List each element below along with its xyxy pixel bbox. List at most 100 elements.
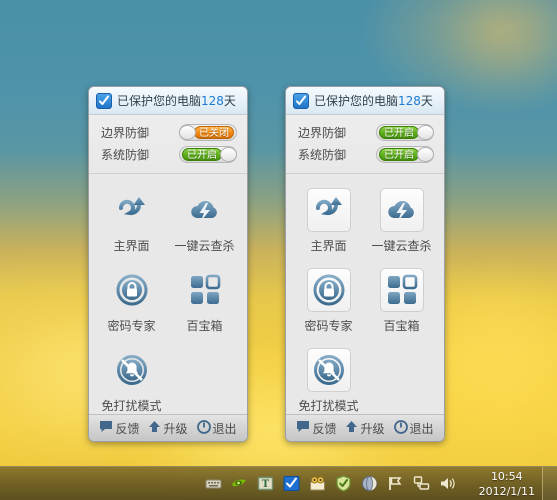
keyboard-ime-icon[interactable] (205, 475, 222, 492)
toggle-knob (179, 125, 196, 140)
toggle-knob (220, 147, 237, 162)
tile-do-not-disturb[interactable]: 免打扰模式 (95, 343, 168, 423)
protection-suffix: 天 (223, 94, 236, 108)
bokeh-blob (470, 6, 540, 66)
status-zone: 边界防御 已开启 系统防御 已开启 (286, 115, 444, 174)
text-tool-t-icon[interactable]: T (257, 475, 274, 492)
blue-shield-check-icon (293, 92, 309, 109)
protection-status-text: 已保护您的电脑128天 (314, 92, 433, 109)
desktop-wallpaper: 已保护您的电脑128天 边界防御 已关闭 系统防御 已开启 主界面 一键云查杀 … (0, 0, 557, 500)
panel-footer: 反馈 升级 退出 (89, 414, 247, 441)
svg-text:T: T (262, 479, 270, 490)
footer-label: 升级 (163, 421, 188, 436)
panel-header: 已保护您的电脑128天 (89, 87, 247, 115)
cloud-lightning-icon (379, 188, 424, 232)
protection-suffix: 天 (420, 94, 433, 108)
tile-label: 百宝箱 (383, 319, 420, 333)
boundary-defense-toggle[interactable]: 已开启 (376, 124, 434, 141)
footer-label: 升级 (360, 421, 385, 436)
tile-main-interface[interactable]: 主界面 (292, 183, 365, 263)
tile-do-not-disturb[interactable]: 免打扰模式 (292, 343, 365, 423)
tile-label: 免打扰模式 (298, 399, 359, 413)
toggle-knob (417, 147, 434, 162)
tile-toolbox[interactable]: 百宝箱 (168, 263, 241, 343)
tile-label: 一键云查杀 (371, 239, 432, 253)
feedback-button[interactable]: 反馈 (294, 419, 338, 438)
upgrade-button[interactable]: 升级 (146, 419, 189, 438)
feature-icon-grid: 主界面 一键云查杀 密码专家 百宝箱 免打扰模式 (89, 174, 247, 425)
up-arrow-icon (345, 420, 358, 436)
speech-bubble-icon (99, 420, 113, 436)
tile-label: 主界面 (113, 239, 150, 253)
status-row-boundary: 边界防御 已开启 (286, 122, 444, 143)
speech-bubble-icon (296, 420, 310, 436)
lock-circle-icon (110, 268, 154, 312)
panel-footer: 反馈 升级 退出 (286, 414, 444, 441)
mail-frog-icon[interactable] (309, 475, 326, 492)
toggle-state-text: 已开启 (182, 148, 222, 161)
tile-label: 主界面 (310, 239, 347, 253)
flag-icon[interactable] (387, 475, 404, 492)
toggle-state-text: 已开启 (379, 126, 419, 139)
tile-password-expert[interactable]: 密码专家 (292, 263, 365, 343)
security-flyout-panel-right: 已保护您的电脑128天 边界防御 已开启 系统防御 已开启 主界面 一键云查杀 … (285, 86, 445, 442)
exit-button[interactable]: 退出 (195, 419, 239, 438)
feedback-button[interactable]: 反馈 (97, 419, 141, 438)
tile-main-interface[interactable]: 主界面 (95, 183, 168, 263)
status-label: 边界防御 (298, 126, 347, 140)
status-label: 边界防御 (101, 126, 150, 140)
upgrade-button[interactable]: 升级 (343, 419, 386, 438)
power-icon (393, 419, 408, 437)
bokeh-blob (430, 300, 557, 410)
taskbar-clock[interactable]: 10:54 2012/1/11 (479, 469, 535, 499)
speaker-volume-icon[interactable] (439, 475, 456, 492)
exit-button[interactable]: 退出 (392, 419, 436, 438)
system-defense-toggle[interactable]: 已开启 (179, 146, 237, 163)
taskbar: T 10:54 2012/1/11 (0, 466, 557, 500)
blue-shield-check-icon (96, 92, 112, 109)
tile-label: 免打扰模式 (101, 399, 162, 413)
protection-prefix: 已保护您的电脑 (117, 94, 202, 108)
tile-cloud-scan[interactable]: 一键云查杀 (168, 183, 241, 263)
status-label: 系统防御 (298, 148, 347, 162)
network-icon[interactable] (413, 475, 430, 492)
panel-header: 已保护您的电脑128天 (286, 87, 444, 115)
tile-label: 密码专家 (107, 319, 156, 333)
protection-days: 128 (398, 94, 421, 108)
tile-cloud-scan[interactable]: 一键云查杀 (365, 183, 438, 263)
tile-label: 密码专家 (304, 319, 353, 333)
status-zone: 边界防御 已关闭 系统防御 已开启 (89, 115, 247, 174)
tile-label: 一键云查杀 (174, 239, 235, 253)
footer-label: 退出 (212, 421, 237, 436)
show-desktop-button[interactable] (542, 467, 557, 500)
system-defense-toggle[interactable]: 已开启 (376, 146, 434, 163)
lock-circle-icon (306, 268, 351, 312)
footer-label: 反馈 (312, 421, 337, 436)
tile-toolbox[interactable]: 百宝箱 (365, 263, 438, 343)
footer-label: 反馈 (115, 421, 140, 436)
feature-icon-grid: 主界面 一键云查杀 密码专家 百宝箱 免打扰模式 (286, 174, 444, 425)
up-arrow-icon (148, 420, 161, 436)
system-tray: T (205, 475, 456, 492)
four-squares-icon (379, 268, 424, 312)
antivirus-check-icon[interactable] (283, 475, 300, 492)
tile-password-expert[interactable]: 密码专家 (95, 263, 168, 343)
footer-label: 退出 (409, 421, 434, 436)
status-row-system: 系统防御 已开启 (89, 144, 247, 165)
status-row-system: 系统防御 已开启 (286, 144, 444, 165)
clock-time: 10:54 (490, 470, 523, 483)
cloud-lightning-icon (183, 188, 227, 232)
no-disturb-bell-icon (110, 348, 154, 392)
toggle-knob (417, 125, 434, 140)
nvidia-eye-icon[interactable] (231, 475, 248, 492)
protection-prefix: 已保护您的电脑 (314, 94, 399, 108)
browser-sphere-icon[interactable] (361, 475, 378, 492)
toggle-state-text: 已开启 (379, 148, 419, 161)
clock-date: 2012/1/11 (478, 485, 535, 498)
tile-label: 百宝箱 (186, 319, 223, 333)
swirl-arrow-icon (306, 188, 351, 232)
power-icon (196, 419, 211, 437)
security-flyout-panel-left: 已保护您的电脑128天 边界防御 已关闭 系统防御 已开启 主界面 一键云查杀 … (88, 86, 248, 442)
boundary-defense-toggle[interactable]: 已关闭 (179, 124, 237, 141)
security-shield-icon[interactable] (335, 475, 352, 492)
